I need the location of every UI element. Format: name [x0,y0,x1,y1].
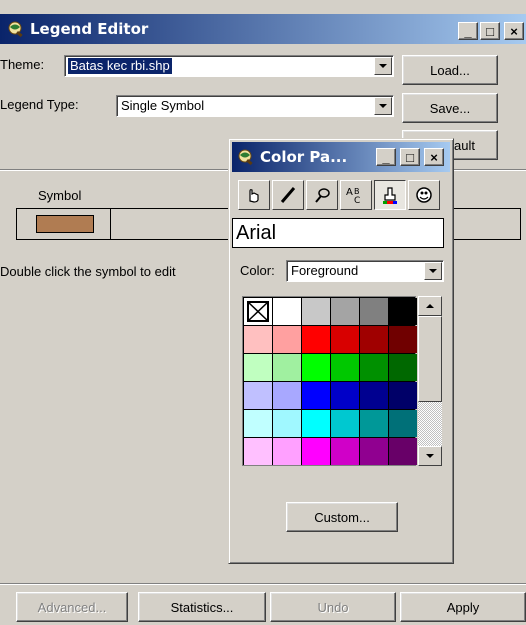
close-icon: × [510,23,518,39]
maximize-icon: □ [486,23,494,39]
window-title: Legend Editor [30,20,149,38]
color-swatch[interactable] [360,326,388,353]
color-swatch[interactable] [331,382,359,409]
color-swatch[interactable] [302,382,330,409]
advanced-button[interactable]: Advanced... [16,592,128,622]
color-swatch[interactable] [302,354,330,381]
color-swatch[interactable] [331,326,359,353]
color-swatch[interactable] [389,410,417,437]
color-swatch[interactable] [244,410,272,437]
apply-button[interactable]: Apply [400,592,526,622]
color-swatch[interactable] [273,298,301,325]
color-swatch[interactable] [273,326,301,353]
paint-bucket-icon[interactable] [374,180,406,210]
color-type-combobox[interactable]: Foreground [286,260,444,282]
color-grid [242,296,417,466]
theme-label: Theme: [0,57,45,72]
palette-maximize-button[interactable]: □ [400,148,420,166]
no-color-swatch[interactable] [244,298,272,325]
minimize-icon: _ [382,149,390,165]
color-label: Color: [240,263,275,278]
maximize-button[interactable]: □ [480,22,500,40]
color-swatch[interactable] [331,410,359,437]
color-swatch[interactable] [331,438,359,465]
theme-combobox[interactable]: Batas kec rbi.shp [64,55,394,77]
color-swatch[interactable] [360,298,388,325]
symbol-column-header: Symbol [38,188,82,203]
palette-minimize-button[interactable]: _ [376,148,396,166]
color-type-value: Foreground [291,263,359,278]
undo-button[interactable]: Undo [270,592,396,622]
svg-text:B: B [354,187,360,196]
pen-icon[interactable] [272,180,304,210]
app-icon [6,20,26,38]
color-swatch[interactable] [360,438,388,465]
color-swatch[interactable] [389,354,417,381]
chevron-down-icon[interactable] [374,57,392,75]
chevron-down-icon[interactable] [424,262,442,280]
minimize-icon: _ [464,23,472,39]
color-swatch[interactable] [389,438,417,465]
color-swatch[interactable] [389,326,417,353]
palette-app-icon [236,148,256,166]
color-swatch[interactable] [244,326,272,353]
color-swatch[interactable] [273,410,301,437]
statistics-button[interactable]: Statistics... [138,592,266,622]
load-button[interactable]: Load... [402,55,498,85]
custom-button[interactable]: Custom... [286,502,398,532]
color-swatch[interactable] [244,438,272,465]
pointer-icon[interactable] [238,180,270,210]
color-swatch[interactable] [244,354,272,381]
color-swatch[interactable] [331,298,359,325]
font-name-box[interactable]: Arial [232,218,444,248]
color-swatch[interactable] [302,298,330,325]
color-swatch[interactable] [302,410,330,437]
scroll-down-icon[interactable] [418,446,442,466]
theme-value: Batas kec rbi.shp [67,57,173,75]
font-name: Arial [236,222,277,244]
palette-close-button[interactable]: × [424,148,444,166]
legend-type-combobox[interactable]: Single Symbol [116,95,394,117]
color-swatch[interactable] [389,382,417,409]
scroll-up-icon[interactable] [418,296,442,316]
color-swatch[interactable] [360,382,388,409]
minimize-button[interactable]: _ [458,22,478,40]
color-swatch[interactable] [273,382,301,409]
close-button[interactable]: × [504,22,524,40]
color-swatch[interactable] [302,438,330,465]
save-button[interactable]: Save... [402,93,498,123]
default-button-label: fault [450,137,475,153]
legend-type-label: Legend Type: [0,97,79,112]
scroll-thumb[interactable] [418,316,442,402]
color-swatch[interactable] [389,298,417,325]
palette-title: Color Pa... [260,148,348,166]
color-swatch[interactable] [302,326,330,353]
close-icon: × [430,149,438,165]
color-swatch[interactable] [273,354,301,381]
color-swatch[interactable] [273,438,301,465]
color-swatch[interactable] [331,354,359,381]
palette-icon[interactable] [408,180,440,210]
edit-hint: Double click the symbol to edit [0,264,176,279]
svg-text:C: C [354,196,360,205]
legend-type-value: Single Symbol [121,98,205,113]
svg-text:A: A [346,187,353,198]
column-divider [110,209,111,239]
bottom-separator [0,583,526,585]
color-swatch[interactable] [244,382,272,409]
brush-icon[interactable] [306,180,338,210]
chevron-down-icon[interactable] [374,97,392,115]
color-swatch[interactable] [360,354,388,381]
maximize-icon: □ [406,149,414,165]
font-icon[interactable]: ABC [340,180,372,210]
symbol-swatch[interactable] [36,215,94,233]
color-swatch[interactable] [360,410,388,437]
